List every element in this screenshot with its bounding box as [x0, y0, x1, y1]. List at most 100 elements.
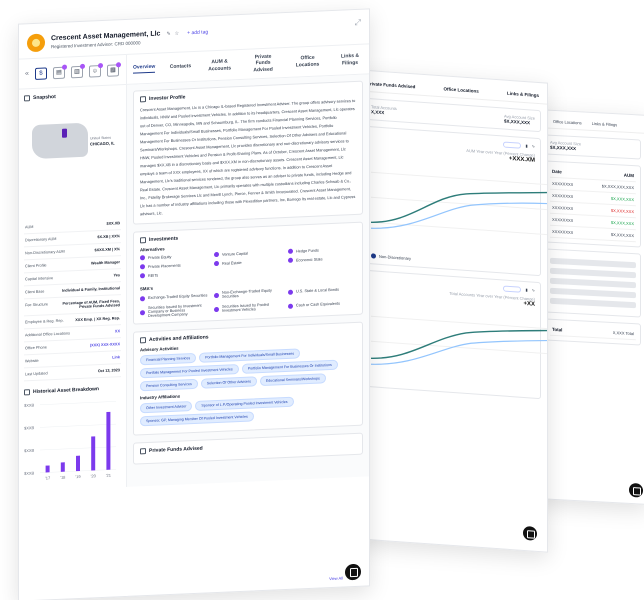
panel2-tab[interactable]: Office Locations [444, 86, 479, 93]
investments-icon [140, 237, 146, 244]
panel2-tab[interactable]: Private Funds Advised [367, 81, 415, 89]
private-funds-title: Private Funds Advised [140, 439, 356, 455]
panel3-table-2 [545, 248, 641, 318]
y-tick-label: $XXB [24, 425, 35, 430]
gridline [40, 446, 116, 451]
snapshot-value[interactable]: (XXX) XXX-XXXX [90, 342, 120, 347]
tag-chip[interactable]: Portfolio Management For Pooled Investme… [140, 364, 239, 379]
snapshot-value: $X.XB | XX% [97, 234, 120, 240]
snapshot-row: Last Updated Oct 13, 2023 [24, 364, 121, 382]
tag-chip[interactable]: Sponsor, GP, Managing Member Of Pooled I… [140, 411, 254, 427]
gridline [40, 401, 116, 405]
us-map-shape [32, 122, 88, 160]
bullet-dot [140, 309, 145, 315]
year-toggle[interactable] [503, 141, 522, 149]
investment-label: Exchange-Traded Equity Securities [148, 293, 208, 301]
investment-label: Real Estate [222, 260, 242, 266]
tag-chip[interactable]: Selection Of Other Advisers [200, 376, 257, 389]
placeholder-bar [550, 277, 636, 289]
y-tick-label: $XXB [24, 448, 35, 453]
year-toggle[interactable] [503, 285, 522, 293]
add-tag-button[interactable]: + add tag [187, 29, 208, 36]
historical-chart-title: Historical Asset Breakdown [24, 385, 121, 396]
accounts-line-chart [370, 315, 548, 365]
chat-icon[interactable] [345, 563, 361, 581]
snapshot-key: Non-Discretionary AUM [25, 249, 65, 256]
investment-label: Cash or Cash Equivalents [296, 301, 340, 308]
tab-office-locations[interactable]: Office Locations [293, 55, 323, 69]
document-icon[interactable]: ▤ [52, 64, 67, 79]
tag-chip[interactable]: Educational Seminars/Workshops [259, 373, 326, 387]
cell: XXXXXXXX [552, 204, 574, 211]
snapshot-value[interactable]: Link [112, 355, 120, 359]
investment-label: Non-Exchange-Traded Equity Securities [222, 288, 272, 299]
bar [60, 462, 65, 472]
bar [45, 465, 50, 473]
tab-contacts[interactable]: Contacts [170, 64, 191, 71]
investment-item: Private Placements [140, 261, 208, 270]
bullet-dot [140, 255, 145, 261]
line-chart-icon[interactable]: ∿ [532, 143, 535, 149]
tab-overview[interactable]: Overview [133, 63, 156, 74]
historical-chart: Historical Asset Breakdown $XXB $XXB $XXB $… [24, 385, 121, 485]
column-header: AUM [623, 172, 634, 179]
tab-aum-accounts[interactable]: AUM & Accounts [206, 59, 234, 73]
historical-bar-chart: $XXB $XXB $XXB $XXB '17 '18 '19 '20 '21 [24, 401, 116, 481]
bar [91, 436, 96, 471]
panel2-tab[interactable]: Links & Filings [507, 91, 539, 98]
tag-chip[interactable]: Financial Planning Services [140, 352, 197, 366]
metric-total-accounts: Total Accounts X,XXX [371, 104, 397, 116]
x-tick-label: '21 [106, 473, 112, 478]
overview-content: Investor Profile Crescent Asset Manageme… [127, 74, 369, 487]
placeholder-bar [550, 297, 636, 309]
tag-chip[interactable]: Portfolio Management For Individuals/Sma… [199, 348, 301, 363]
tag-chip[interactable]: Sponsor of L.P./Operating Pooled Investm… [195, 396, 294, 411]
tag-chip[interactable]: Other Investment Adviser [140, 401, 193, 414]
aum-line-chart [370, 171, 548, 236]
tab-private-funds[interactable]: Private Funds Advised [248, 53, 278, 73]
investment-item: U.S. State & Local Bonds [288, 285, 356, 296]
snapshot-value: XXX Emp. | XX Reg. Rep. [75, 316, 120, 323]
cell: $X,XXX,XXX,XXX [601, 183, 634, 191]
snapshot-key: AUM [25, 225, 34, 230]
snapshot-value: Oct 13, 2023 [97, 368, 120, 374]
snapshot-value[interactable]: XX [115, 329, 120, 333]
legend-dot [371, 253, 376, 259]
chat-icon[interactable] [629, 482, 643, 498]
grid-icon[interactable]: ▦ [106, 61, 121, 77]
cell: XXXXXXXX [552, 228, 574, 235]
bullet-dot [214, 306, 219, 312]
snapshot-key: Fee Structure [25, 302, 49, 308]
view-all-link[interactable]: View All [329, 575, 343, 581]
panel2-accounts-chart: ▮ ∿ Total Accounts Year over Year (Perce… [365, 269, 548, 400]
expand-icon[interactable]: ⤢ [355, 18, 361, 28]
panel3-tab[interactable]: Links & Filings [592, 121, 618, 127]
panel3-tab[interactable]: Office Locations [553, 119, 582, 125]
x-tick-label: '20 [91, 473, 97, 478]
investor-profile-card: Investor Profile Crescent Asset Manageme… [133, 80, 363, 225]
collapse-icon[interactable]: « [25, 70, 29, 77]
bar-chart-icon[interactable]: ▮ [525, 143, 527, 149]
tab-links-filings[interactable]: Links & Filings [337, 53, 363, 67]
activities-card: Activities and Affiliations Advisory Act… [133, 321, 363, 436]
bullet-dot [214, 260, 219, 267]
dollar-icon[interactable]: $ [34, 66, 47, 80]
snapshot-value: Individual & Family, Institutional [62, 286, 120, 293]
cell: X,XXX Total [612, 330, 634, 337]
cell: $X,XXX,XXX [610, 195, 634, 203]
tag-chip[interactable]: Portfolio Management For Businesses Or I… [241, 359, 338, 374]
x-tick-label: '17 [45, 475, 51, 480]
tag-chip[interactable]: Pension Consulting Services [140, 378, 198, 392]
chart-icon[interactable]: ▥ [70, 63, 85, 78]
main-panel: Crescent Asset Management, Llc ✎ ☆ + add… [18, 8, 370, 600]
chat-icon[interactable] [523, 525, 537, 541]
map-label: United States CHICAGO, IL [90, 135, 115, 147]
edit-icon[interactable]: ✎ [166, 31, 170, 37]
column-header: Date [552, 168, 562, 175]
star-icon[interactable]: ☆ [175, 30, 179, 36]
bar-chart-icon[interactable]: ▮ [525, 287, 527, 293]
cell: $X,XXX,XXX [610, 231, 634, 239]
line-chart-icon[interactable]: ∿ [532, 287, 535, 293]
people-icon[interactable]: ☺ [88, 62, 103, 78]
bullet-dot [214, 251, 219, 258]
